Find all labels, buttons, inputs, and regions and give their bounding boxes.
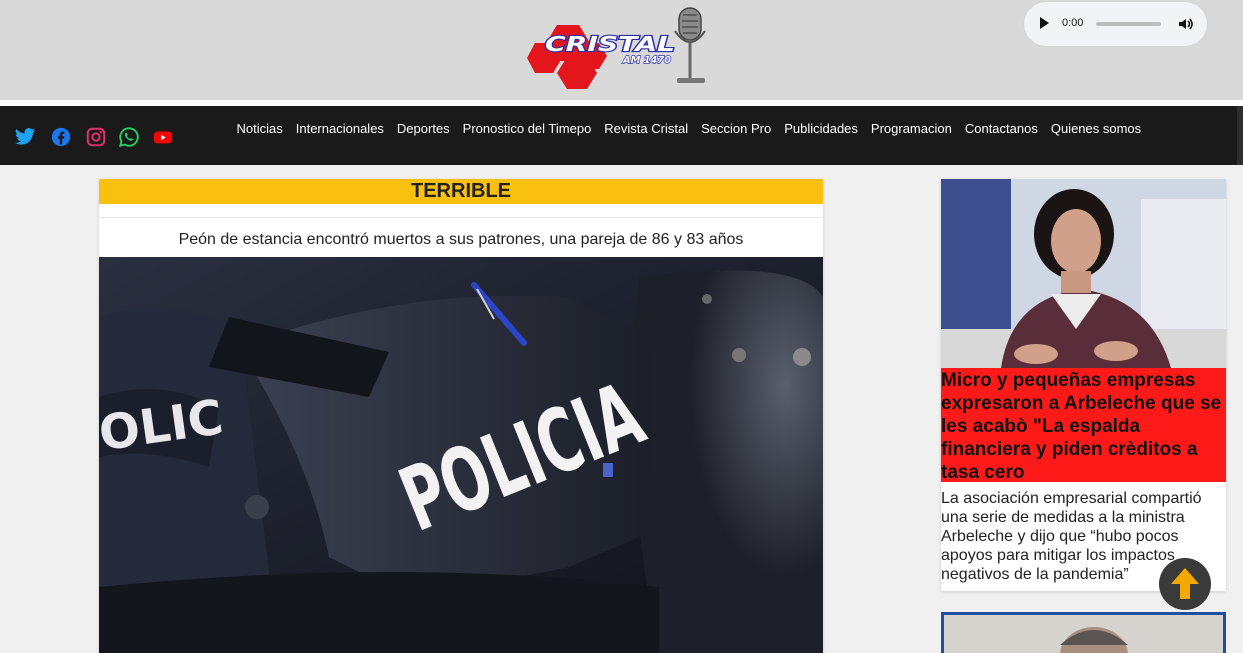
audio-time: 0:00 (1062, 17, 1084, 29)
nav-item-noticias[interactable]: Noticias (230, 121, 289, 136)
logo-brand-text: CRISTAL (545, 32, 675, 56)
side-news-photo[interactable] (941, 179, 1226, 368)
article-category-tag: TERRIBLE (99, 179, 823, 204)
site-header: CRISTAL AM 1470 0:00 (0, 0, 1243, 100)
side-news-photo-2[interactable] (944, 615, 1223, 653)
nav-item-publicidades[interactable]: Publicidades (778, 121, 865, 136)
nav-item-programacion[interactable]: Programacion (864, 121, 958, 136)
featured-article[interactable]: TERRIBLE Peón de estancia encontró muert… (99, 179, 823, 653)
nav-item-deportes[interactable]: Deportes (390, 121, 456, 136)
main-navbar: Noticias Internacionales Deportes Pronos… (0, 106, 1243, 165)
nav-item-revista-cristal[interactable]: Revista Cristal (598, 121, 695, 136)
tag-divider (99, 204, 823, 218)
side-news-headline-text[interactable]: Micro y pequeñas empresas expresaron a A… (941, 368, 1226, 484)
article-title[interactable]: Peón de estancia encontró muertos a sus … (99, 218, 823, 256)
arrow-up-icon (1171, 568, 1199, 599)
side-news-card[interactable]: Micro y pequeñas empresas expresaron a A… (941, 179, 1226, 591)
instagram-icon[interactable] (85, 126, 107, 148)
youtube-icon[interactable] (152, 126, 174, 148)
side-news-card-2[interactable] (941, 612, 1226, 653)
play-icon[interactable] (1040, 17, 1049, 29)
twitter-icon[interactable] (14, 126, 36, 148)
audio-progress-slider[interactable] (1096, 22, 1161, 26)
back-to-top-button[interactable] (1159, 558, 1211, 610)
nav-item-pronostico[interactable]: Pronostico del Timepo (456, 121, 598, 136)
whatsapp-icon[interactable] (118, 126, 140, 148)
volume-icon[interactable] (1178, 16, 1194, 32)
nav-menu: Noticias Internacionales Deportes Pronos… (230, 121, 1148, 136)
facebook-icon[interactable] (50, 126, 72, 148)
nav-item-contactanos[interactable]: Contactanos (958, 121, 1044, 136)
cristal-logo[interactable]: CRISTAL AM 1470 (527, 5, 712, 90)
nav-item-seccion-pro[interactable]: Seccion Pro (695, 121, 778, 136)
page-scrollbar[interactable] (1237, 106, 1243, 165)
article-photo[interactable]: OLIC POLICIA (99, 257, 823, 653)
audio-player[interactable]: 0:00 (1024, 2, 1207, 46)
side-news-headline[interactable]: Micro y pequeñas empresas expresaron a A… (941, 368, 1226, 484)
nav-item-quienes-somos[interactable]: Quienes somos (1044, 121, 1147, 136)
nav-item-internacionales[interactable]: Internacionales (289, 121, 390, 136)
logo-sub-text: AM 1470 (622, 55, 671, 66)
